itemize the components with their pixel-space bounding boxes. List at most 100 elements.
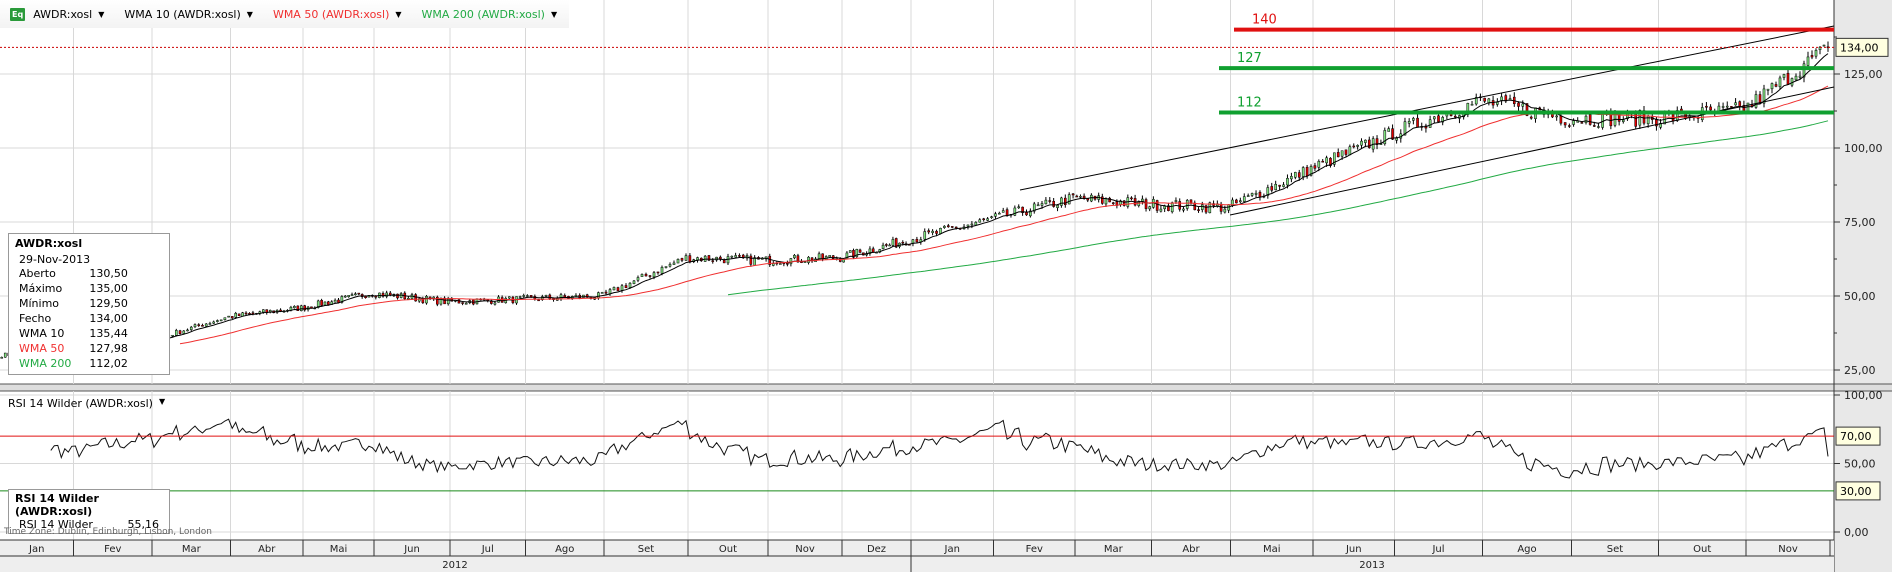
candle: [684, 255, 688, 261]
legend-symbol[interactable]: AWDR:xosl ▼: [29, 8, 116, 21]
month-label: Jul: [481, 544, 494, 555]
legend-wma50[interactable]: WMA 50 (AWDR:xosl) ▼: [269, 8, 414, 21]
candle: [604, 291, 608, 294]
candle: [620, 285, 624, 291]
rsi-axis-label: 50,00: [1844, 458, 1876, 471]
candle: [186, 329, 189, 332]
info-value: 135,44: [89, 327, 128, 340]
candle: [1360, 140, 1363, 146]
info-row: Aberto 130,50: [15, 266, 132, 281]
candle: [1071, 193, 1075, 196]
candle: [664, 266, 668, 268]
candle: [871, 248, 875, 253]
legend-wma200[interactable]: WMA 200 (AWDR:xosl) ▼: [418, 8, 570, 21]
candle: [1364, 139, 1367, 143]
candle: [1798, 75, 1802, 78]
candle: [518, 296, 522, 298]
candle: [828, 255, 831, 258]
trend-channel-lower: [1229, 86, 1835, 216]
month-label: Set: [638, 544, 655, 555]
price-axis-label: 50,00: [1844, 290, 1876, 303]
dropdown-arrow-icon[interactable]: ▼: [159, 397, 165, 410]
candle: [1774, 84, 1778, 87]
candle: [672, 262, 676, 265]
candle: [563, 295, 567, 298]
candle: [323, 301, 327, 306]
candle: [1254, 192, 1258, 195]
trend-channel-upper: [1019, 25, 1835, 191]
candle: [1766, 88, 1770, 91]
candle: [1060, 197, 1063, 206]
candle: [1592, 125, 1596, 127]
legend-wma10[interactable]: WMA 10 (AWDR:xosl) ▼: [120, 8, 265, 21]
candle: [1517, 102, 1520, 107]
candle: [1344, 149, 1348, 155]
candle: [656, 271, 660, 274]
candle: [1428, 119, 1432, 128]
candle: [230, 316, 234, 319]
month-label: Jan: [28, 544, 44, 555]
candle: [640, 274, 644, 277]
candle: [1297, 172, 1301, 178]
info-value: 130,50: [89, 267, 128, 280]
info-value: 135,00: [89, 282, 128, 295]
candle: [939, 227, 942, 234]
candle: [711, 260, 715, 262]
candle: [1621, 119, 1625, 122]
candle: [885, 244, 888, 246]
dropdown-arrow-icon[interactable]: ▼: [98, 10, 104, 19]
candle: [986, 218, 989, 221]
dropdown-arrow-icon[interactable]: ▼: [247, 10, 253, 19]
candle: [793, 255, 796, 259]
candle: [680, 258, 684, 261]
candle: [597, 292, 600, 299]
candle: [1336, 152, 1340, 158]
dropdown-arrow-icon[interactable]: ▼: [395, 10, 401, 19]
price-tag-label: 134,00: [1840, 41, 1879, 54]
month-label: Jun: [1345, 544, 1362, 555]
ohlc-info-box: AWDR:xosl 29-Nov-2013 Aberto 130,50 Máximo…: [8, 233, 170, 375]
candle: [1250, 193, 1254, 196]
candle: [1235, 199, 1238, 204]
panel-divider: [0, 384, 1892, 391]
candle: [688, 255, 692, 263]
candle: [998, 212, 1001, 215]
candle: [1048, 200, 1052, 202]
price-axis-label: 125,00: [1844, 68, 1883, 81]
candle: [978, 219, 982, 223]
candle: [216, 320, 219, 322]
month-label: Jun: [403, 544, 420, 555]
candle: [178, 330, 182, 334]
candle: [1555, 115, 1558, 118]
candle: [753, 257, 756, 266]
candle: [1242, 196, 1246, 202]
candles: [0, 41, 1830, 359]
candle: [493, 302, 497, 305]
candle: [1313, 165, 1317, 169]
candle: [1521, 103, 1525, 107]
candle: [1348, 146, 1352, 156]
month-label: Nov: [1778, 544, 1798, 555]
month-label: Out: [719, 544, 737, 555]
candle: [396, 293, 399, 299]
rsi-indicator-header[interactable]: RSI 14 Wilder (AWDR:xosl) ▼: [8, 397, 165, 410]
candle: [1305, 166, 1309, 177]
month-label: Mai: [1263, 544, 1281, 555]
candle: [171, 334, 174, 337]
candle: [3, 352, 7, 358]
candle: [1790, 78, 1794, 86]
candle: [574, 295, 578, 297]
candle: [1770, 83, 1774, 90]
candle: [1810, 55, 1814, 58]
price-axis-label: 75,00: [1844, 216, 1876, 229]
price-chart[interactable]: 25,00 50,00 75,00 100,00 125,00 0,00 50,00 100,…: [0, 0, 1892, 572]
info-value: 112,02: [89, 357, 128, 370]
wma50-line: [179, 85, 1829, 345]
candle: [1601, 112, 1604, 128]
candle: [771, 263, 775, 266]
info-label: Máximo: [19, 282, 63, 295]
month-label: Mai: [330, 544, 348, 555]
dropdown-arrow-icon[interactable]: ▼: [551, 10, 557, 19]
candle: [1044, 199, 1048, 205]
equity-icon: Eq: [10, 7, 26, 21]
